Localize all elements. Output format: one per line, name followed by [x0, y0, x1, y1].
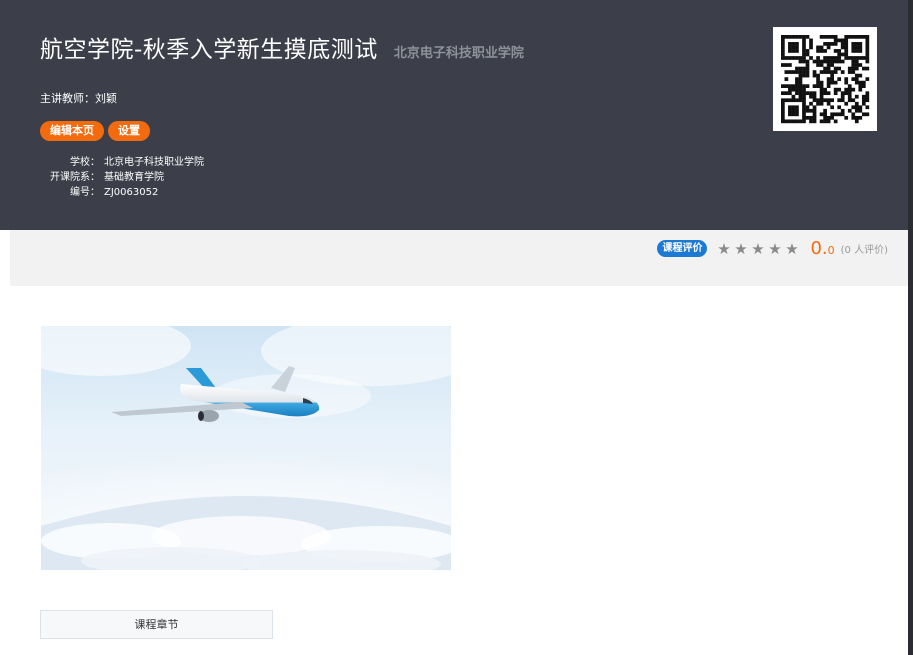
school-subtitle: 北京电子科技职业学院	[393, 46, 524, 61]
course-info: 学校： 北京电子科技职业学院 开课院系： 基础教育学院 编号： ZJ006305…	[40, 155, 204, 200]
info-school: 学校： 北京电子科技职业学院	[40, 155, 204, 170]
info-department: 开课院系： 基础教育学院	[40, 170, 204, 185]
scrollbar-track[interactable]	[908, 0, 913, 655]
star-icon[interactable]: ★	[715, 240, 732, 258]
rating-bar: 课程评价 ★ ★ ★ ★ ★ 0.0 (0 人评价)	[10, 230, 908, 286]
star-icon[interactable]: ★	[749, 240, 766, 258]
info-key: 开课院系：	[50, 172, 100, 183]
rating-tag[interactable]: 课程评价	[657, 240, 708, 257]
settings-button[interactable]: 设置	[108, 121, 150, 141]
info-value: 北京电子科技职业学院	[104, 157, 204, 168]
course-title: 航空学院-秋季入学新生摸底测试	[40, 37, 378, 63]
airplane-over-clouds-image	[41, 326, 451, 570]
course-header: 航空学院-秋季入学新生摸底测试 北京电子科技职业学院 主讲教师：刘颖 编辑本页 …	[0, 0, 908, 230]
score-dec: 0	[827, 244, 835, 257]
title-row: 航空学院-秋季入学新生摸底测试 北京电子科技职业学院	[40, 30, 524, 64]
info-key: 学校：	[70, 157, 100, 168]
star-icon[interactable]: ★	[783, 240, 800, 258]
qr-code-icon	[781, 35, 870, 124]
score-int: 0.	[810, 238, 828, 259]
rating-stars[interactable]: ★ ★ ★ ★ ★	[715, 240, 800, 258]
info-code: 编号： ZJ0063052	[40, 185, 204, 200]
star-icon[interactable]: ★	[766, 240, 783, 258]
tab-course-chapters[interactable]: 课程章节	[40, 610, 273, 639]
left-gutter	[0, 230, 10, 655]
rating-count: (0 人评价)	[840, 245, 888, 256]
course-rating: 课程评价 ★ ★ ★ ★ ★ 0.0 (0 人评价)	[657, 238, 888, 259]
teacher-line: 主讲教师：刘颖	[40, 92, 117, 105]
info-value: ZJ0063052	[104, 187, 159, 198]
rating-score: 0.0	[810, 238, 834, 259]
info-key: 编号：	[70, 187, 100, 198]
qr-code	[773, 27, 877, 131]
star-icon[interactable]: ★	[732, 240, 749, 258]
course-cover-image	[41, 326, 451, 570]
edit-page-button[interactable]: 编辑本页	[40, 121, 104, 141]
info-value: 基础教育学院	[104, 172, 164, 183]
